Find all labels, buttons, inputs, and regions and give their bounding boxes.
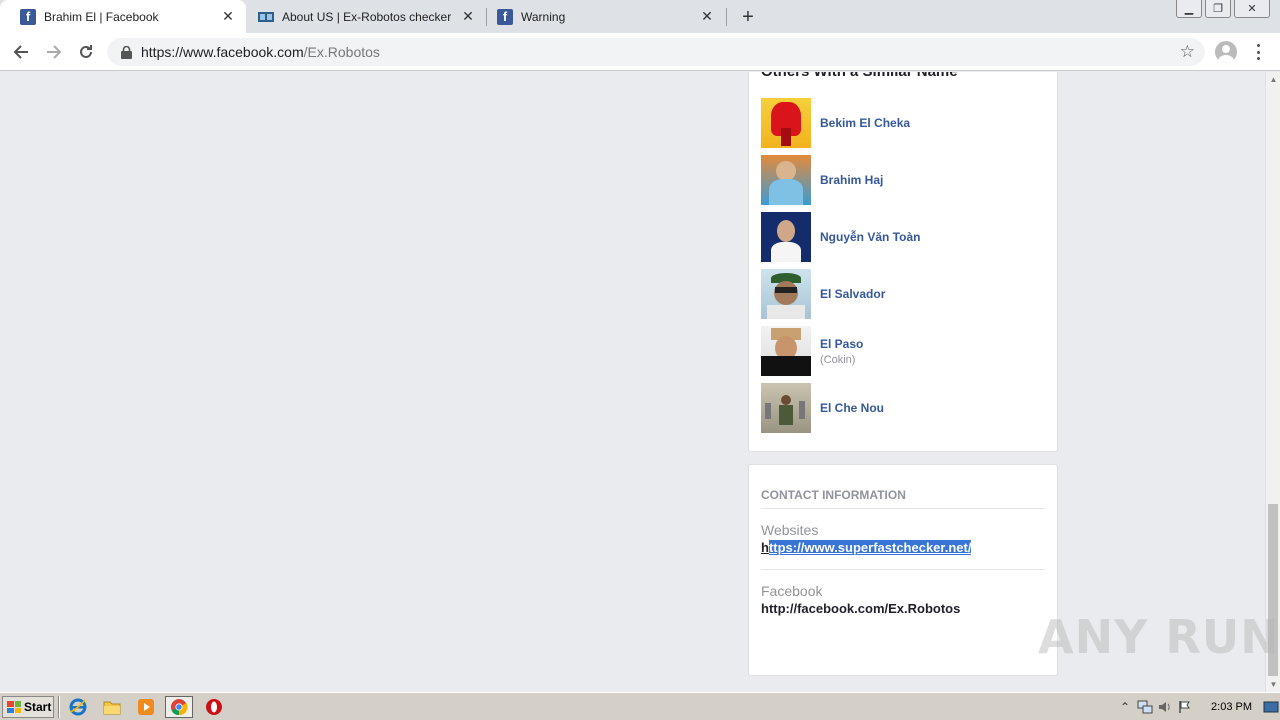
contact-header: CONTACT INFORMATION — [761, 488, 906, 502]
facebook-url[interactable]: http://facebook.com/Ex.Robotos — [761, 601, 960, 616]
reload-button[interactable] — [74, 40, 98, 64]
facebook-label: Facebook — [761, 583, 823, 599]
url-path: /Ex.Robotos — [303, 44, 380, 60]
taskbar-separator — [58, 696, 60, 718]
tab-title: About US | Ex-Robotos checker — [282, 9, 452, 24]
similar-names-title: Others With a Similar Name — [761, 72, 958, 80]
list-item[interactable]: Nguyễn Văn Toàn — [761, 212, 1051, 262]
person-alias: (Cokin) — [820, 353, 856, 366]
person-name[interactable]: Brahim Haj — [820, 173, 883, 187]
tab-about-us[interactable]: About US | Ex-Robotos checker ✕ — [238, 0, 486, 33]
media-player-icon[interactable] — [132, 696, 160, 718]
arrow-left-icon — [13, 45, 28, 59]
tab-title: Brahim El | Facebook — [44, 9, 159, 24]
forward-button[interactable] — [42, 40, 66, 64]
browser-toolbar: https://www.facebook.com/Ex.Robotos ☆ — [0, 33, 1280, 71]
bookmark-star-icon[interactable]: ☆ — [1180, 42, 1195, 62]
windows-logo-icon — [7, 701, 21, 713]
file-explorer-icon[interactable] — [98, 696, 126, 718]
reload-icon — [80, 45, 92, 58]
volume-icon[interactable] — [1155, 697, 1175, 717]
divider — [761, 508, 1045, 509]
avatar[interactable] — [761, 155, 811, 205]
avatar[interactable] — [761, 269, 811, 319]
new-tab-button[interactable]: + — [737, 6, 759, 28]
action-center-flag-icon[interactable] — [1175, 697, 1195, 717]
tab-strip: f Brahim El | Facebook ✕ About US | Ex-R… — [0, 0, 1280, 33]
show-hidden-icons-icon[interactable]: ⌃ — [1115, 697, 1135, 717]
profile-avatar-icon[interactable] — [1215, 41, 1237, 63]
start-button[interactable]: Start — [2, 696, 54, 718]
contact-information-card: CONTACT INFORMATION Websites https://www… — [748, 464, 1058, 676]
internet-explorer-icon[interactable] — [64, 696, 92, 718]
divider — [761, 569, 1045, 570]
anyrun-watermark: ANY RUN — [1038, 610, 1280, 664]
facebook-icon: f — [497, 8, 513, 25]
avatar[interactable] — [761, 383, 811, 433]
list-item[interactable]: El Salvador — [761, 269, 1051, 319]
list-item[interactable]: Brahim Haj — [761, 155, 1051, 205]
website-link-selected: ttps://www.superfastchecker.net/ — [768, 540, 972, 555]
tab-facebook-profile[interactable]: f Brahim El | Facebook ✕ — [0, 0, 246, 33]
page-viewport: Others With a Similar Name Bekim El Chek… — [0, 72, 1265, 692]
person-name[interactable]: Nguyễn Văn Toàn — [820, 230, 920, 244]
window-controls: ▁ ❐ ✕ — [1173, 0, 1270, 18]
system-tray: ⌃ 2:03 PM — [1115, 695, 1280, 719]
person-name[interactable]: El Paso — [820, 337, 863, 351]
list-item[interactable]: El Che Nou — [761, 383, 1051, 433]
close-icon[interactable]: ✕ — [699, 8, 715, 25]
network-icon[interactable] — [1135, 697, 1155, 717]
taskbar-clock[interactable]: 2:03 PM — [1211, 701, 1252, 713]
person-name[interactable]: El Che Nou — [820, 401, 884, 415]
close-window-button[interactable]: ✕ — [1234, 0, 1270, 18]
person-name[interactable]: El Salvador — [820, 287, 885, 301]
lock-icon — [119, 45, 133, 59]
chrome-menu-icon[interactable] — [1250, 42, 1266, 62]
chrome-icon[interactable] — [165, 696, 193, 718]
website-link-first-char: h — [761, 540, 769, 555]
close-icon[interactable]: ✕ — [460, 8, 476, 25]
windows-taskbar: Start ⌃ 2:03 PM — [0, 692, 1280, 720]
opera-icon[interactable] — [200, 696, 228, 718]
scroll-down-icon[interactable]: ▼ — [1266, 677, 1280, 692]
arrow-right-icon — [47, 45, 62, 59]
list-item[interactable]: El Paso (Cokin) — [761, 326, 1051, 376]
minimize-button[interactable]: ▁ — [1176, 0, 1202, 18]
avatar[interactable] — [761, 98, 811, 148]
start-label: Start — [24, 700, 52, 714]
back-button[interactable] — [9, 40, 33, 64]
tab-title: Warning — [521, 9, 566, 24]
scroll-up-icon[interactable]: ▲ — [1266, 72, 1280, 87]
avatar[interactable] — [761, 212, 811, 262]
show-desktop-icon[interactable] — [1262, 697, 1280, 717]
restore-button[interactable]: ❐ — [1205, 0, 1231, 18]
avatar[interactable] — [761, 326, 811, 376]
url-text: https://www.facebook.com/Ex.Robotos — [141, 44, 380, 60]
facebook-icon: f — [20, 8, 36, 25]
list-item[interactable]: Bekim El Cheka — [761, 98, 1051, 148]
tab-separator — [726, 8, 727, 26]
url-host: https://www.facebook.com — [141, 44, 304, 60]
page-scrollbar[interactable]: ▲ ▼ — [1265, 72, 1280, 692]
website-link[interactable]: https://www.superfastchecker.net/ — [761, 540, 972, 555]
similar-names-card: Others With a Similar Name Bekim El Chek… — [748, 72, 1058, 452]
websites-label: Websites — [761, 522, 819, 538]
tab-warning[interactable]: f Warning ✕ — [477, 0, 725, 33]
close-icon[interactable]: ✕ — [220, 8, 236, 25]
person-name[interactable]: Bekim El Cheka — [820, 116, 910, 130]
site-icon — [258, 9, 274, 25]
address-bar[interactable]: https://www.facebook.com/Ex.Robotos ☆ — [107, 38, 1205, 66]
